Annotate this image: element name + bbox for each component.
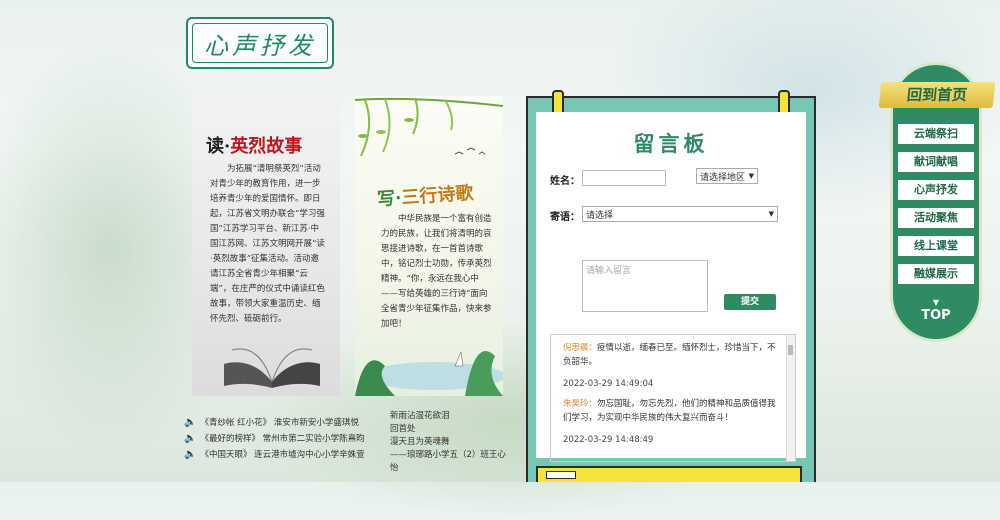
scrollbar[interactable] bbox=[786, 335, 795, 461]
lake-scenery-icon bbox=[355, 351, 503, 396]
poem-line: 回首处 bbox=[390, 424, 416, 434]
name-label: 姓名： bbox=[550, 176, 580, 187]
poem-line: 漫天且为英魂舞 bbox=[390, 437, 450, 447]
speaker-icon[interactable]: 🔈 bbox=[184, 433, 196, 444]
nav-item-song-tribute[interactable]: 献词献唱 bbox=[898, 152, 974, 172]
audio-item[interactable]: 🔈 《青纱帐 红小花》 淮安市新安小学盛琪悦 bbox=[184, 414, 384, 430]
home-button[interactable]: 回到首页 bbox=[878, 82, 996, 108]
card-body: 为拓展“清明祭英烈”活动对青少年的教育作用，进一步培养青少年的爱国情怀。即日起，… bbox=[210, 164, 325, 324]
chevron-down-icon: ▼ bbox=[768, 210, 774, 218]
chevron-down-icon: ▼ bbox=[748, 172, 754, 180]
open-book-icon bbox=[224, 348, 320, 388]
board-footer bbox=[536, 466, 802, 482]
poem-author: ——琅琊路小学五（2）班王心怡 bbox=[390, 450, 506, 473]
card-write-poems[interactable]: 写·三行诗歌 中华民族是一个富有创造力的民族，让我们将清明的哀思接进诗歌，在一首… bbox=[355, 96, 503, 396]
poem-line: 新雨沾湿花欲泪 bbox=[390, 411, 450, 421]
nav-item-online-class[interactable]: 线上课堂 bbox=[898, 236, 974, 256]
speaker-icon[interactable]: 🔈 bbox=[184, 417, 196, 428]
nav-item-voice[interactable]: 心声抒发 bbox=[898, 180, 974, 200]
nav-item-media[interactable]: 融媒展示 bbox=[898, 264, 974, 284]
message-textarea[interactable]: 请输入留言 bbox=[582, 260, 708, 312]
submit-button[interactable]: 提交 bbox=[724, 294, 776, 310]
list-item: 倪思晨：疫情以逝，缅春已至。缅怀烈士，珍惜当下，不负韶华。 2022-03-29… bbox=[563, 343, 776, 389]
nav-item-activity[interactable]: 活动聚焦 bbox=[898, 208, 974, 228]
card-read-hero-stories[interactable]: 读·英烈故事 为拓展“清明祭英烈”活动对青少年的教育作用，进一步培养青少年的爱国… bbox=[192, 96, 340, 396]
board-title: 留言板 bbox=[633, 131, 709, 156]
message-list[interactable]: 倪思晨：疫情以逝，缅春已至。缅怀烈士，珍惜当下，不负韶华。 2022-03-29… bbox=[550, 334, 796, 462]
willow-leaves-icon bbox=[355, 97, 503, 157]
region-select[interactable]: 请选择地区 ▼ bbox=[696, 168, 758, 184]
section-title: 心声抒发 bbox=[186, 17, 334, 69]
list-item: 朱昊玲：勿忘国耻，勿忘先烈，他们的精神和品质值得我们学习，为实现中华民族的伟大复… bbox=[563, 399, 776, 445]
name-input[interactable] bbox=[582, 170, 666, 186]
nav-item-cloud-tribute[interactable]: 云端祭扫 bbox=[898, 124, 974, 144]
speaker-icon[interactable]: 🔈 bbox=[184, 449, 196, 460]
audio-list: 🔈 《青纱帐 红小花》 淮安市新安小学盛琪悦 🔈 《最好的榜样》 常州市第二实验… bbox=[184, 414, 384, 462]
audio-item[interactable]: 🔈 《中国天眼》 连云港市墟沟中心小学辛姝萱 bbox=[184, 446, 384, 462]
triangle-up-icon: ▼ bbox=[932, 298, 940, 307]
poem-block: 新雨沾湿花欲泪 回首处 漫天且为英魂舞 ——琅琊路小学五（2）班王心怡 bbox=[390, 410, 510, 475]
card-title: 读·英烈故事 bbox=[206, 136, 303, 157]
card-title: 写·三行诗歌 bbox=[376, 182, 475, 211]
message-board-panel: 留言板 姓名： 请选择地区 ▼ 寄语： 请选择 ▼ 请输入留言 提交 倪思晨：疫情以… bbox=[536, 112, 806, 462]
message-board: 留言板 姓名： 请选择地区 ▼ 寄语： 请选择 ▼ 请输入留言 提交 倪思晨：疫情以… bbox=[526, 90, 816, 482]
greeting-select[interactable]: 请选择 ▼ bbox=[582, 206, 778, 222]
greeting-label: 寄语： bbox=[550, 212, 580, 223]
audio-item[interactable]: 🔈 《最好的榜样》 常州市第二实验小学陈熹昀 bbox=[184, 430, 384, 446]
